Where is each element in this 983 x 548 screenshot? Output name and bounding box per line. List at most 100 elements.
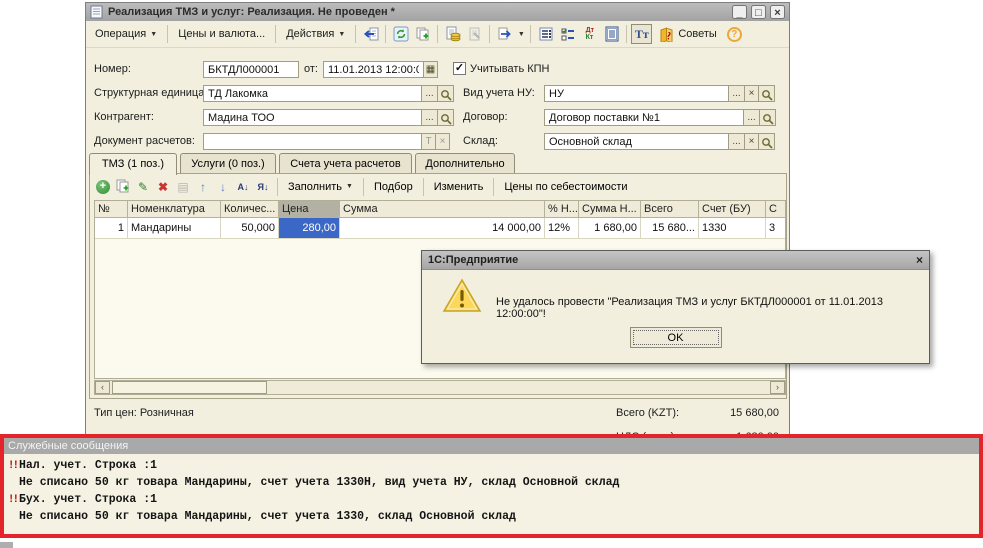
cell-price-selected[interactable]: 280,00 <box>279 218 340 239</box>
kpn-checkbox[interactable]: ✓ <box>453 62 466 75</box>
copy-row-icon[interactable] <box>114 178 132 195</box>
maximize-icon[interactable]: □ <box>751 5 766 19</box>
settlement-doc-clear-icon[interactable]: × <box>435 133 450 150</box>
cell-total[interactable]: 15 680... <box>641 218 699 239</box>
journal-icon[interactable] <box>601 24 622 44</box>
column-header-vat-sum[interactable]: Сумма Н... <box>579 201 641 218</box>
copy-document-icon[interactable] <box>412 24 433 44</box>
horizontal-scrollbar[interactable]: ‹ › <box>94 380 786 395</box>
tab-tmz[interactable]: ТМЗ (1 поз.) <box>89 153 177 175</box>
advice-book-icon <box>659 27 674 42</box>
cell-account-bu[interactable]: 1330 <box>699 218 766 239</box>
cell-sum[interactable]: 14 000,00 <box>340 218 545 239</box>
ok-button[interactable]: OK <box>630 327 722 348</box>
column-header-vat-percent[interactable]: % Н... <box>545 201 579 218</box>
chevron-down-icon: ▼ <box>518 31 525 38</box>
dt-kt-icon[interactable]: Дт Кт <box>579 24 600 44</box>
tab-additional[interactable]: Дополнительно <box>415 153 515 174</box>
tab-settlement-accounts[interactable]: Счета учета расчетов <box>279 153 412 174</box>
warehouse-select-button[interactable]: ... <box>728 133 745 150</box>
delete-row-icon[interactable]: ✖ <box>154 178 172 195</box>
actions-menu-button[interactable]: Действия ▼ <box>280 25 351 43</box>
toolbar-separator <box>493 178 494 196</box>
finish-edit-icon[interactable]: ▤ <box>174 178 192 195</box>
cell-clipped[interactable]: 3 <box>766 218 786 239</box>
contract-input[interactable] <box>544 109 744 126</box>
column-header-price[interactable]: Цена <box>279 201 340 218</box>
help-icon[interactable]: ? <box>724 24 745 44</box>
number-input[interactable] <box>203 61 299 78</box>
cell-number[interactable]: 1 <box>95 218 128 239</box>
message-line[interactable]: !! Нал. учет. Строка :1 <box>6 457 977 474</box>
warehouse-clear-icon[interactable]: × <box>744 133 759 150</box>
column-header-account-bu[interactable]: Счет (БУ) <box>699 201 766 218</box>
message-line[interactable]: Не списано 50 кг товара Мандарины, счет … <box>6 508 977 525</box>
warehouse-open-icon[interactable] <box>758 133 775 150</box>
sort-asc-icon[interactable]: А↓ <box>234 178 252 195</box>
column-header-quantity[interactable]: Количес... <box>221 201 279 218</box>
window-titlebar[interactable]: Реализация ТМЗ и услуг: Реализация. Не п… <box>86 3 789 21</box>
edit-row-icon[interactable]: ✎ <box>134 178 152 195</box>
counterparty-input[interactable] <box>203 109 422 126</box>
cell-vat-sum[interactable]: 1 680,00 <box>579 218 641 239</box>
post-document-icon[interactable] <box>442 24 463 44</box>
navigate-dropdown-icon[interactable]: ▼ <box>516 24 526 44</box>
close-icon[interactable]: × <box>770 5 785 19</box>
toolbar-separator <box>489 25 490 43</box>
refresh-icon[interactable] <box>390 24 411 44</box>
column-header-clipped[interactable]: С <box>766 201 786 218</box>
message-line[interactable]: !! Бух. учет. Строка :1 <box>6 491 977 508</box>
move-up-icon[interactable]: ↑ <box>194 178 212 195</box>
fill-menu-button[interactable]: Заполнить ▼ <box>283 179 358 195</box>
format-toggle-icon[interactable]: Тт <box>631 24 652 44</box>
prices-currency-button[interactable]: Цены и валюта... <box>172 25 271 43</box>
error-dialog: 1С:Предприятие × Не удалось провести "Ре… <box>421 250 930 364</box>
dialog-titlebar[interactable]: 1С:Предприятие × <box>422 251 929 270</box>
nu-kind-open-icon[interactable] <box>758 85 775 102</box>
scroll-left-icon[interactable]: ‹ <box>95 381 110 394</box>
contract-select-button[interactable]: ... <box>743 109 760 126</box>
counterparty-open-icon[interactable] <box>437 109 454 126</box>
calendar-icon[interactable]: ▦ <box>423 61 438 78</box>
column-header-total[interactable]: Всего <box>641 201 699 218</box>
structural-unit-select-button[interactable]: ... <box>421 85 438 102</box>
change-button[interactable]: Изменить <box>429 179 489 195</box>
nu-kind-select-button[interactable]: ... <box>728 85 745 102</box>
unpost-document-icon[interactable] <box>464 24 485 44</box>
contract-open-icon[interactable] <box>759 109 776 126</box>
navigate-icon[interactable] <box>494 24 515 44</box>
column-header-number[interactable]: № <box>95 201 128 218</box>
dialog-message: Не удалось провести "Реализация ТМЗ и ус… <box>496 296 919 320</box>
settings-list-icon[interactable] <box>557 24 578 44</box>
selection-button[interactable]: Подбор <box>369 179 418 195</box>
cell-quantity[interactable]: 50,000 <box>221 218 279 239</box>
warehouse-input[interactable] <box>544 133 729 150</box>
date-input[interactable] <box>323 61 424 78</box>
structural-unit-input[interactable] <box>203 85 422 102</box>
settlement-doc-type-button[interactable]: Т <box>421 133 436 150</box>
column-header-sum[interactable]: Сумма <box>340 201 545 218</box>
message-line[interactable]: Не списано 50 кг товара Мандарины, счет … <box>6 474 977 491</box>
add-row-icon[interactable]: + <box>94 178 112 195</box>
sort-desc-icon[interactable]: Я↓ <box>254 178 272 195</box>
move-down-icon[interactable]: ↓ <box>214 178 232 195</box>
column-header-nomenclature[interactable]: Номенклатура <box>128 201 221 218</box>
tab-services[interactable]: Услуги (0 поз.) <box>180 153 276 174</box>
dt-label: Дт <box>586 27 594 34</box>
subordination-structure-icon[interactable] <box>535 24 556 44</box>
nu-kind-clear-icon[interactable]: × <box>744 85 759 102</box>
advice-button[interactable]: Советы <box>653 24 722 45</box>
nu-kind-input[interactable] <box>544 85 729 102</box>
counterparty-select-button[interactable]: ... <box>421 109 438 126</box>
structural-unit-open-icon[interactable] <box>437 85 454 102</box>
scrollbar-thumb[interactable] <box>112 381 267 394</box>
cell-vat-percent[interactable]: 12% <box>545 218 579 239</box>
scroll-right-icon[interactable]: › <box>770 381 785 394</box>
minimize-icon[interactable]: _ <box>732 5 747 19</box>
cost-prices-button[interactable]: Цены по себестоимости <box>499 179 632 195</box>
dialog-close-icon[interactable]: × <box>916 253 923 267</box>
operation-menu-button[interactable]: Операция ▼ <box>89 25 163 43</box>
cell-nomenclature[interactable]: Мандарины <box>128 218 221 239</box>
write-document-icon[interactable] <box>360 24 381 44</box>
settlement-doc-input[interactable] <box>203 133 422 150</box>
